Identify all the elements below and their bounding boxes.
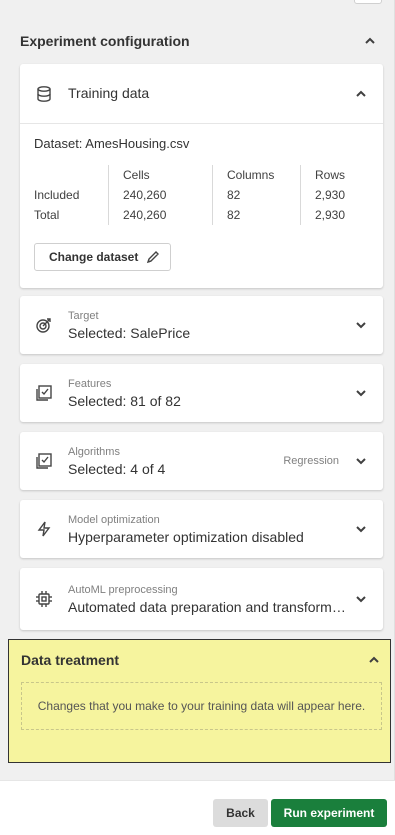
chip-icon xyxy=(34,589,54,609)
row-label-included: Included xyxy=(34,188,80,202)
footer-bar: Back Run experiment xyxy=(0,780,395,835)
included-cells: 240,260 xyxy=(108,185,212,205)
total-columns: 82 xyxy=(212,205,300,225)
target-card[interactable]: Target Selected: SalePrice xyxy=(20,296,383,354)
features-value: Selected: 81 of 82 xyxy=(68,392,181,409)
dataset-stats-table: Cells Columns Rows Included 240,260 82 2… xyxy=(34,165,369,225)
dataset-name: Dataset: AmesHousing.csv xyxy=(34,136,190,151)
data-treatment-section: Data treatment Changes that you make to … xyxy=(8,639,391,763)
included-rows: 2,930 xyxy=(300,185,380,205)
change-dataset-button[interactable]: Change dataset xyxy=(34,243,172,271)
chevron-down-icon[interactable] xyxy=(353,521,369,537)
header-rows: Rows xyxy=(300,165,380,185)
header-columns: Columns xyxy=(212,165,300,185)
chevron-down-icon[interactable] xyxy=(353,317,369,333)
experiment-config-title: Experiment configuration xyxy=(20,33,190,49)
model-optimization-card[interactable]: Model optimization Hyperparameter optimi… xyxy=(20,500,383,558)
row-label-total: Total xyxy=(34,208,60,222)
total-cells: 240,260 xyxy=(108,205,212,225)
header-cells: Cells xyxy=(108,165,212,185)
run-experiment-button[interactable]: Run experiment xyxy=(271,799,387,827)
features-small-label: Features xyxy=(68,377,112,390)
automl-preprocessing-card[interactable]: AutoML preprocessing Automated data prep… xyxy=(20,568,383,630)
included-columns: 82 xyxy=(212,185,300,205)
target-small-label: Target xyxy=(68,309,99,322)
database-icon xyxy=(34,84,54,104)
features-card[interactable]: Features Selected: 81 of 82 xyxy=(20,364,383,422)
experiment-config-header[interactable]: Experiment configuration xyxy=(20,33,378,49)
preprocessing-value: Automated data preparation and transform… xyxy=(68,598,346,615)
training-data-label: Training data xyxy=(68,84,150,101)
chevron-up-icon[interactable] xyxy=(362,33,378,49)
chevron-down-icon[interactable] xyxy=(353,385,369,401)
top-button-stub[interactable] xyxy=(354,0,382,4)
checklist-icon xyxy=(34,451,54,471)
config-panel: Experiment configuration Training data D… xyxy=(0,0,395,780)
target-icon xyxy=(34,315,54,335)
pencil-icon xyxy=(147,251,160,264)
total-rows: 2,930 xyxy=(300,205,380,225)
change-dataset-label: Change dataset xyxy=(49,250,139,264)
algorithms-card[interactable]: Algorithms Selected: 4 of 4 Regression xyxy=(20,432,383,490)
training-data-header[interactable]: Training data xyxy=(20,64,383,124)
optimization-small-label: Model optimization xyxy=(68,513,160,526)
lightning-icon xyxy=(34,519,54,539)
chevron-down-icon[interactable] xyxy=(353,591,369,607)
chevron-down-icon[interactable] xyxy=(353,453,369,469)
checklist-icon xyxy=(34,383,54,403)
chevron-up-icon[interactable] xyxy=(353,86,369,102)
data-treatment-empty-state: Changes that you make to your training d… xyxy=(21,682,382,730)
optimization-value: Hyperparameter optimization disabled xyxy=(68,528,304,545)
target-value: Selected: SalePrice xyxy=(68,324,191,341)
preprocessing-small-label: AutoML preprocessing xyxy=(68,583,178,596)
training-data-card: Training data Dataset: AmesHousing.csv C… xyxy=(20,64,383,288)
algorithms-small-label: Algorithms xyxy=(68,445,120,458)
back-button[interactable]: Back xyxy=(213,799,268,827)
chevron-up-icon[interactable] xyxy=(366,652,382,668)
algorithms-value: Selected: 4 of 4 xyxy=(68,460,166,477)
algorithms-type: Regression xyxy=(283,455,339,467)
data-treatment-title: Data treatment xyxy=(21,652,120,668)
